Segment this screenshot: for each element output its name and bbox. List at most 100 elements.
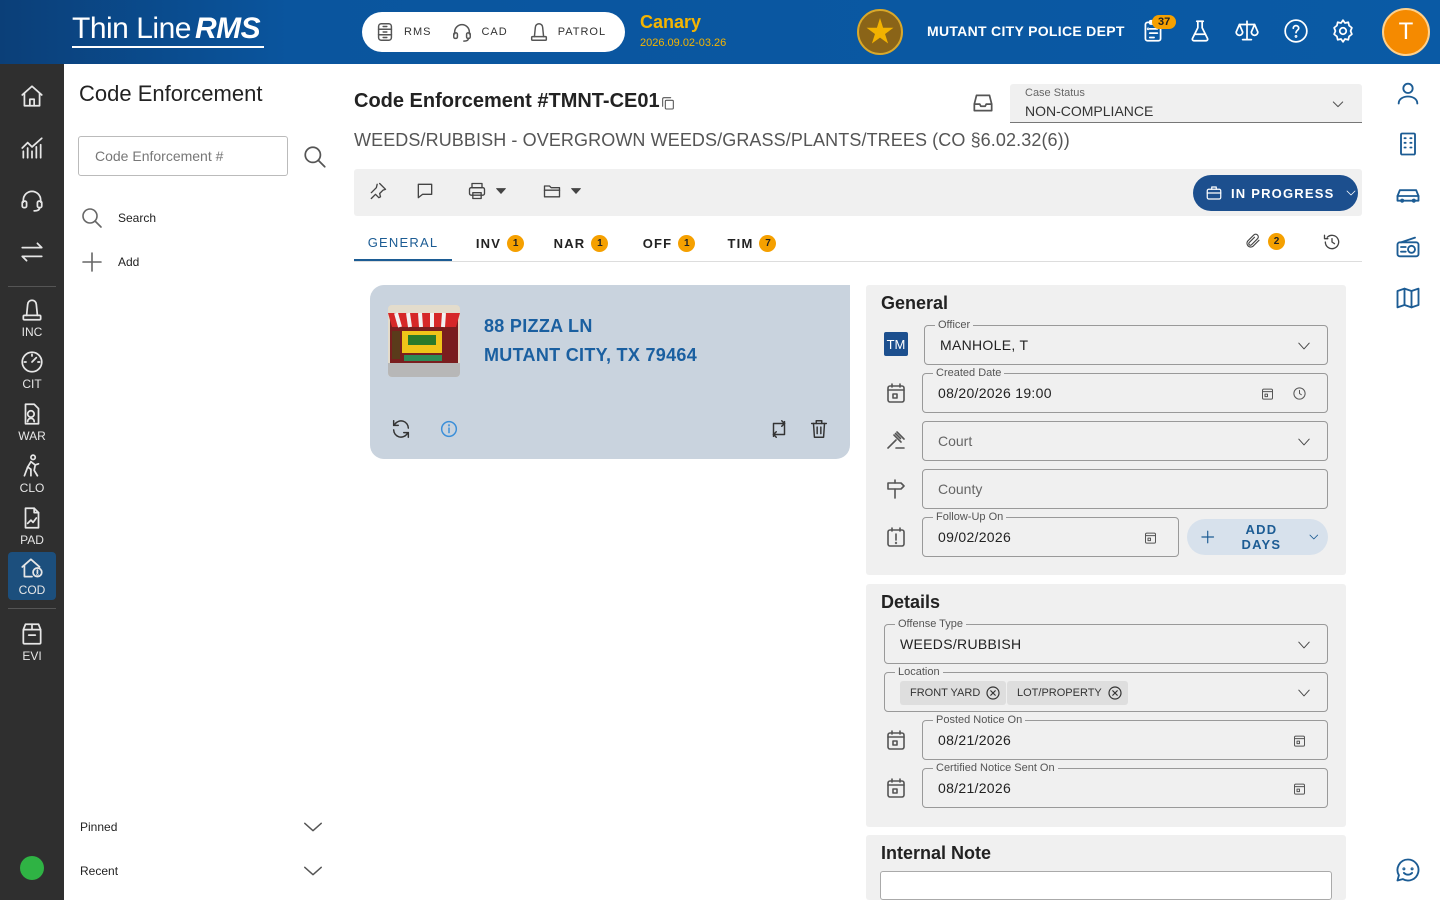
nav-home[interactable] — [8, 72, 56, 120]
user-avatar[interactable]: T — [1382, 8, 1430, 56]
nav-cod[interactable]: COD — [8, 552, 56, 600]
calendar-picker-icon[interactable] — [1292, 781, 1307, 796]
history-icon — [1323, 234, 1340, 250]
nav-analytics[interactable] — [8, 124, 56, 172]
rail-person-button[interactable] — [1394, 79, 1422, 107]
settings-button[interactable] — [1330, 18, 1356, 44]
clock-icon[interactable] — [1292, 386, 1307, 401]
comment-icon — [417, 183, 433, 199]
posted-notice-date-field[interactable]: Posted Notice On 08/21/2026 — [922, 713, 1328, 760]
pad-icon — [24, 507, 40, 529]
offense-type-select[interactable]: Offense Type WEEDS/RUBBISH — [884, 617, 1328, 664]
delete-address-button[interactable] — [808, 418, 830, 440]
county-input[interactable]: County — [922, 469, 1328, 509]
nav-cod-label: COD — [18, 583, 46, 597]
calendar-picker-icon[interactable] — [1143, 530, 1158, 545]
nav-transfer[interactable] — [8, 228, 56, 276]
court-select[interactable]: Court — [922, 421, 1328, 461]
tab-tim-label: TIM — [727, 236, 754, 251]
mode-patrol[interactable]: PATROL — [528, 21, 606, 43]
add-link-label: Add — [118, 255, 140, 269]
address-info-button[interactable] — [438, 418, 460, 440]
mode-cad[interactable]: CAD — [451, 21, 507, 43]
recent-section-toggle[interactable]: Recent — [80, 860, 324, 882]
tab-off-label: OFF — [642, 236, 673, 251]
nav-clo[interactable]: CLO — [8, 450, 56, 498]
case-status-label: Case Status — [1025, 87, 1085, 99]
pin-icon — [370, 182, 387, 200]
code-enforcement-search-input[interactable] — [78, 136, 288, 176]
pinned-section-toggle[interactable]: Pinned — [80, 816, 324, 838]
nav-inc[interactable]: INC — [8, 294, 56, 342]
chat-button[interactable] — [1394, 856, 1422, 884]
folder-menu-button[interactable] — [542, 181, 582, 201]
nav-war[interactable]: WAR — [8, 398, 56, 446]
add-link[interactable]: Add — [80, 250, 139, 274]
radio-icon — [1396, 236, 1420, 258]
comment-button[interactable] — [415, 181, 435, 201]
refresh-address-button[interactable] — [390, 418, 412, 440]
chat-icon — [1396, 858, 1420, 882]
address-line-1[interactable]: 88 PIZZA LN — [484, 316, 593, 337]
tab-nar[interactable]: NAR 1 — [546, 226, 616, 261]
close-circle-icon[interactable] — [1106, 684, 1124, 702]
close-circle-icon[interactable] — [984, 684, 1002, 702]
property-photo[interactable] — [388, 305, 460, 377]
help-button[interactable] — [1283, 18, 1309, 44]
case-status-value: NON-COMPLIANCE — [1025, 103, 1154, 119]
nav-evi[interactable]: EVI — [8, 618, 56, 666]
follow-up-date-field[interactable]: Follow-Up On 09/02/2026 — [922, 510, 1179, 557]
case-toolbar: IN PROGRESS — [354, 169, 1362, 216]
internal-note-editor-toolbar[interactable] — [880, 871, 1332, 900]
nav-dispatch[interactable] — [8, 176, 56, 224]
address-line-2[interactable]: MUTANT CITY, TX 79464 — [484, 345, 697, 366]
lab-button[interactable] — [1187, 18, 1213, 44]
scales-icon — [1235, 20, 1259, 41]
tab-tim[interactable]: TIM 7 — [720, 226, 784, 261]
in-progress-button[interactable]: IN PROGRESS — [1193, 175, 1358, 211]
side-panel-title: Code Enforcement — [79, 81, 263, 106]
inbox-button[interactable] — [970, 90, 996, 116]
add-days-button[interactable]: ADD DAYS — [1187, 519, 1328, 555]
inbox-icon — [973, 94, 993, 112]
copy-case-number-button[interactable] — [660, 95, 676, 111]
rail-vehicle-button[interactable] — [1394, 182, 1422, 210]
follow-up-value: 09/02/2026 — [938, 529, 1012, 545]
chevron-down-icon — [1298, 689, 1310, 697]
rail-map-button[interactable] — [1394, 284, 1422, 312]
offense-type-label: Offense Type — [895, 617, 967, 631]
tab-off[interactable]: OFF 1 — [634, 226, 704, 261]
calendar-picker-icon[interactable] — [1260, 386, 1275, 401]
calendar-picker-icon[interactable] — [1292, 733, 1307, 748]
legal-button[interactable] — [1234, 18, 1260, 44]
search-link[interactable]: Search — [80, 206, 156, 230]
badge-star — [866, 18, 894, 44]
nav-cit[interactable]: CIT — [8, 346, 56, 394]
attachments-button[interactable]: 2 — [1244, 232, 1285, 250]
history-button[interactable] — [1322, 232, 1342, 252]
top-bar: Thin Line RMS RMS CAD PATROL Canary 2026.… — [0, 0, 1440, 64]
copy-icon — [662, 97, 674, 110]
gear-icon — [1333, 19, 1353, 43]
print-menu-button[interactable] — [467, 181, 507, 201]
pin-button[interactable] — [368, 181, 388, 201]
environment-info: Canary 2026.09.02-03.26 — [640, 12, 726, 49]
certified-notice-date-field[interactable]: Certified Notice Sent On 08/21/2026 — [922, 761, 1328, 808]
mode-rms[interactable]: RMS — [374, 21, 431, 43]
search-button[interactable] — [302, 144, 328, 170]
tab-general[interactable]: GENERAL — [354, 226, 452, 261]
location-chip: FRONT YARD — [900, 681, 1007, 705]
rail-building-button[interactable] — [1394, 130, 1422, 158]
plus-icon — [82, 252, 102, 272]
posted-notice-value: 08/21/2026 — [938, 732, 1012, 748]
evidence-icon — [22, 623, 42, 645]
case-status-select[interactable]: Case Status NON-COMPLIANCE — [1010, 84, 1362, 123]
plus-icon — [1201, 530, 1215, 544]
nav-pad[interactable]: PAD — [8, 502, 56, 550]
swap-address-button[interactable] — [768, 418, 790, 440]
rail-radio-button[interactable] — [1394, 233, 1422, 261]
created-date-field[interactable]: Created Date 08/20/2026 19:00 — [922, 366, 1328, 413]
location-multiselect[interactable]: Location FRONT YARD LOT/PROPERTY — [884, 665, 1328, 712]
tab-inv[interactable]: INV 1 — [462, 226, 538, 261]
officer-select[interactable]: Officer MANHOLE, T — [924, 318, 1328, 365]
